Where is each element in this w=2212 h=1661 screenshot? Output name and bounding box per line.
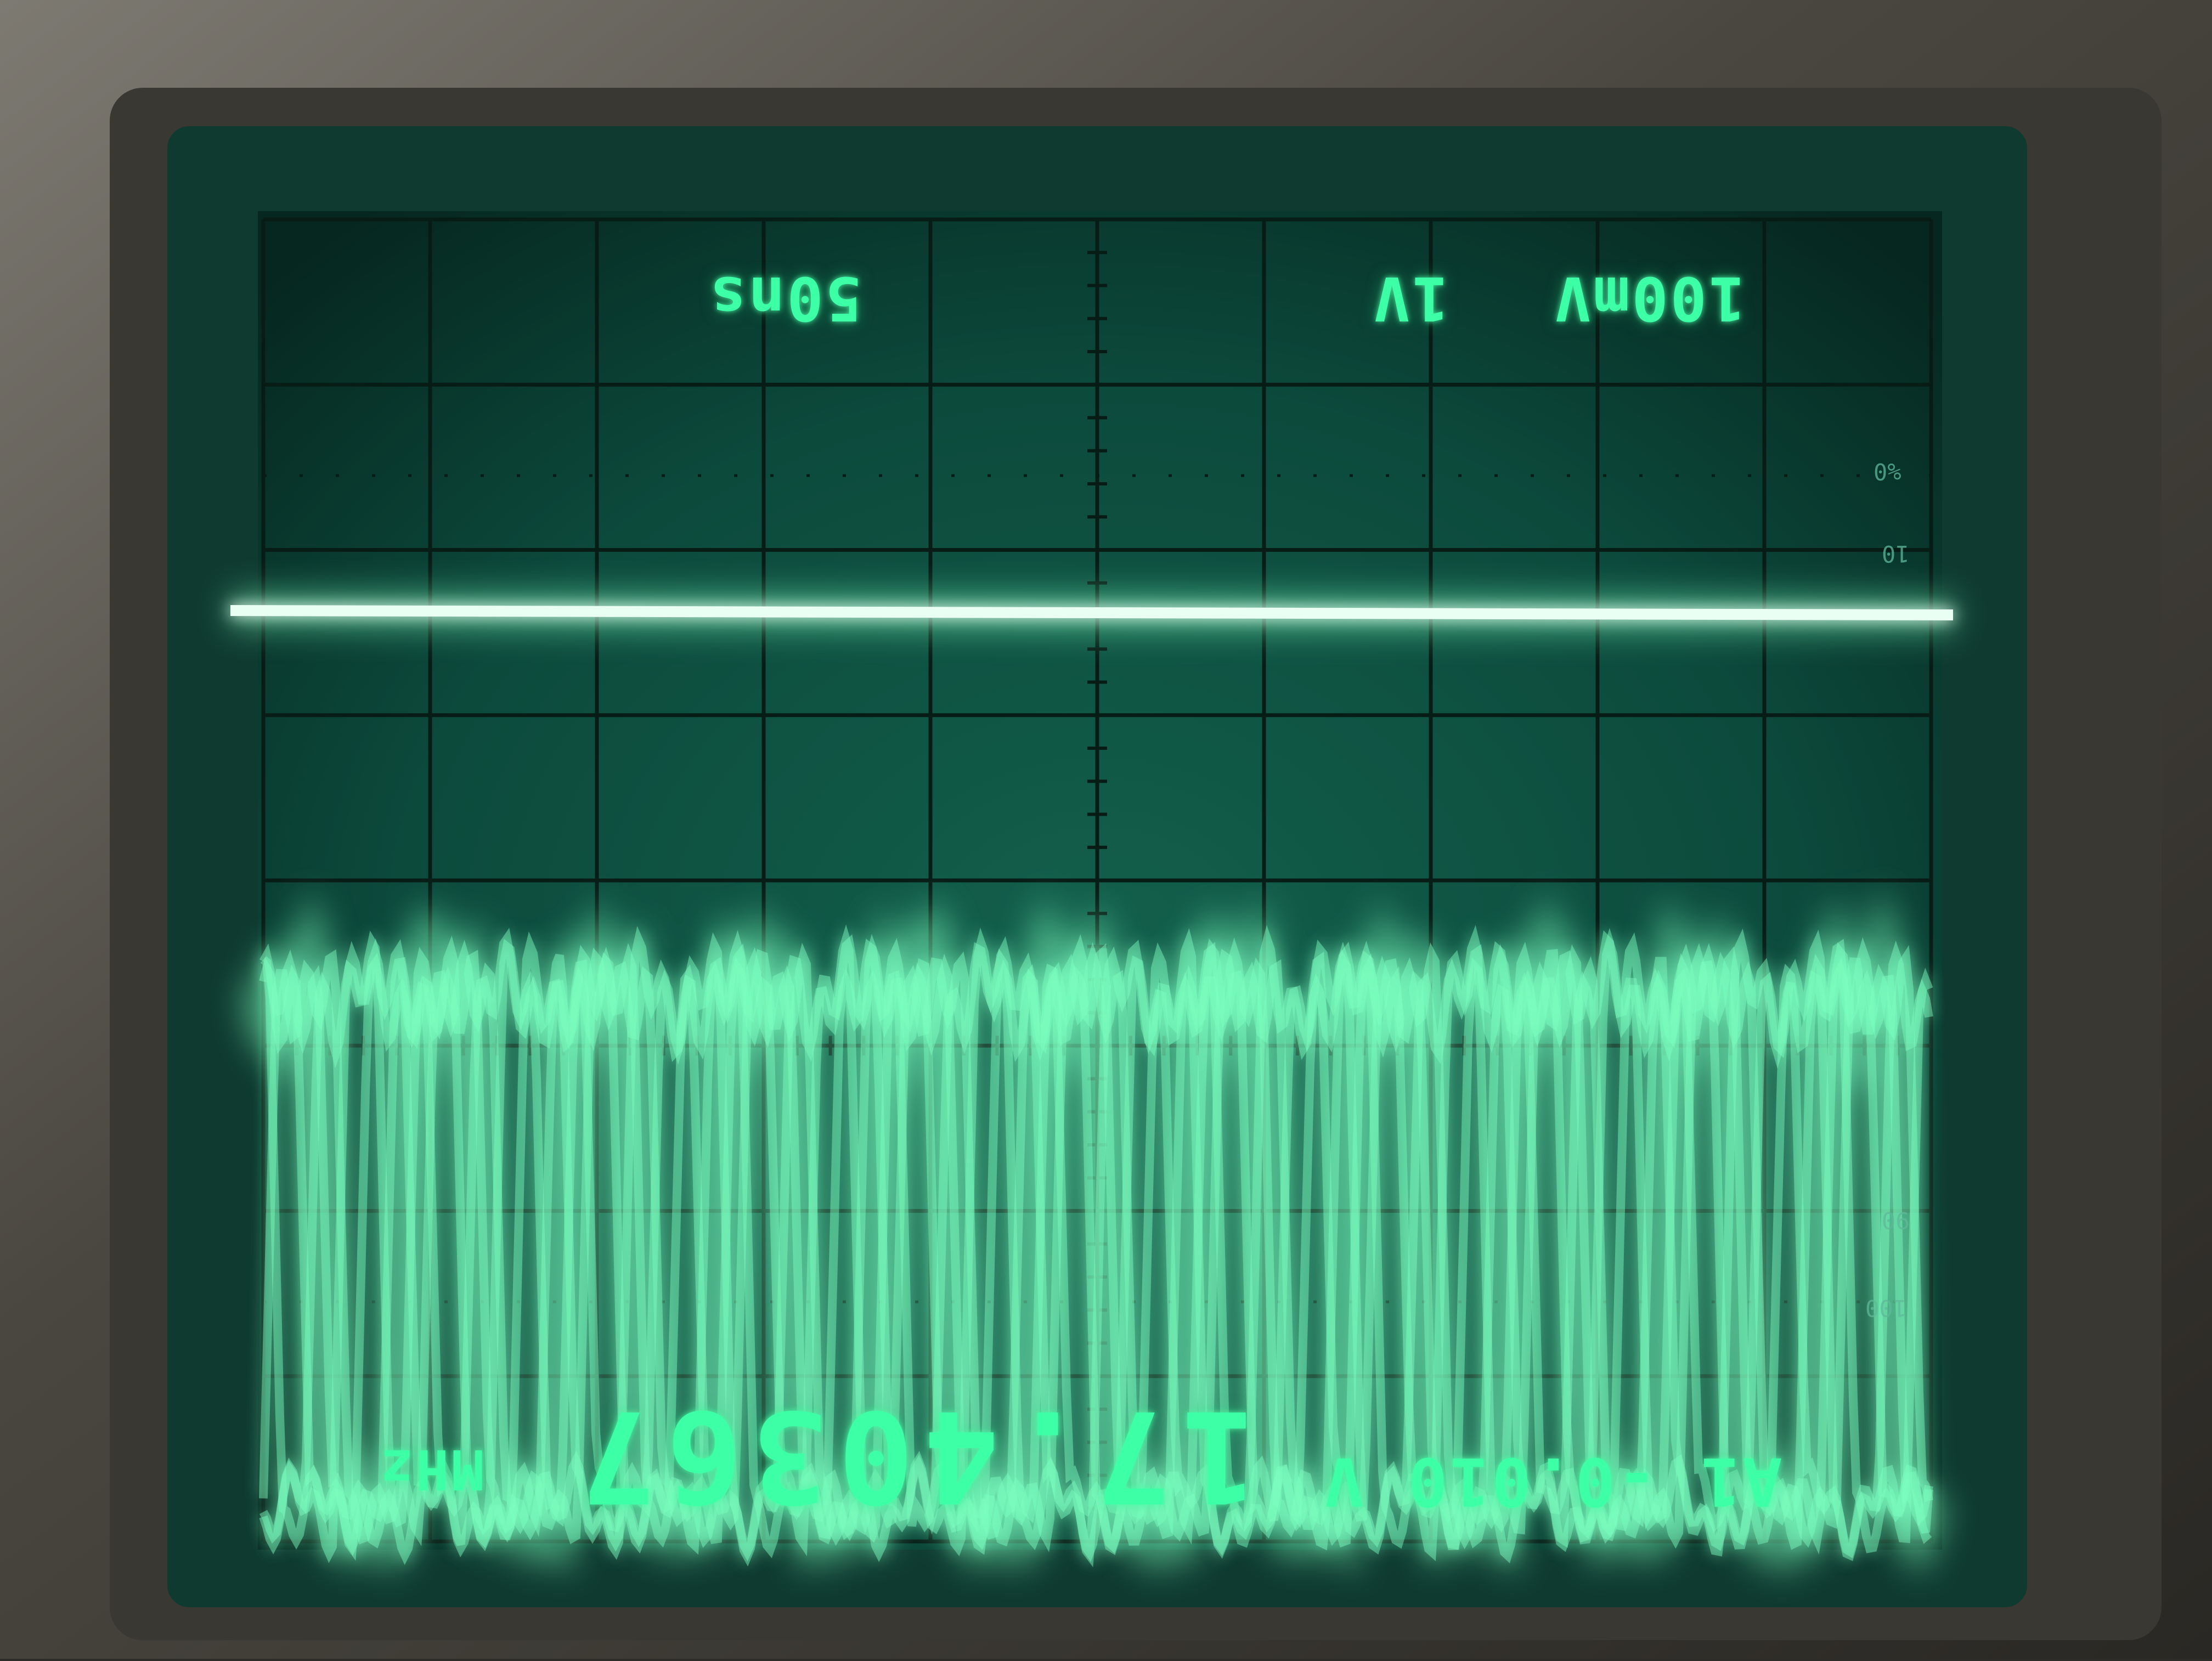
hundred-percent-mark: 100 (1865, 1295, 1907, 1321)
cursor-readout: A1 -0.010 V (1322, 1443, 1782, 1519)
ten-percent-mark: 10 (1882, 540, 1910, 567)
timebase-readout: 50ns (708, 263, 862, 334)
ninety-percent-mark: 90 (1882, 1207, 1910, 1234)
frequency-value-readout: 17.40367 (571, 1382, 1257, 1529)
percent-zero-mark: %0 (1874, 458, 1901, 485)
oscilloscope-photo: 50ns 100mV 1V 17.40367 MHz A1 -0.010 V %… (0, 0, 2212, 1659)
ch1-scale-readout: 100mV (1553, 263, 1746, 334)
frequency-unit-readout: MHz (379, 1437, 484, 1501)
channel-2-flat-trace (230, 605, 1954, 620)
ch2-scale-readout: 1V (1372, 263, 1449, 334)
